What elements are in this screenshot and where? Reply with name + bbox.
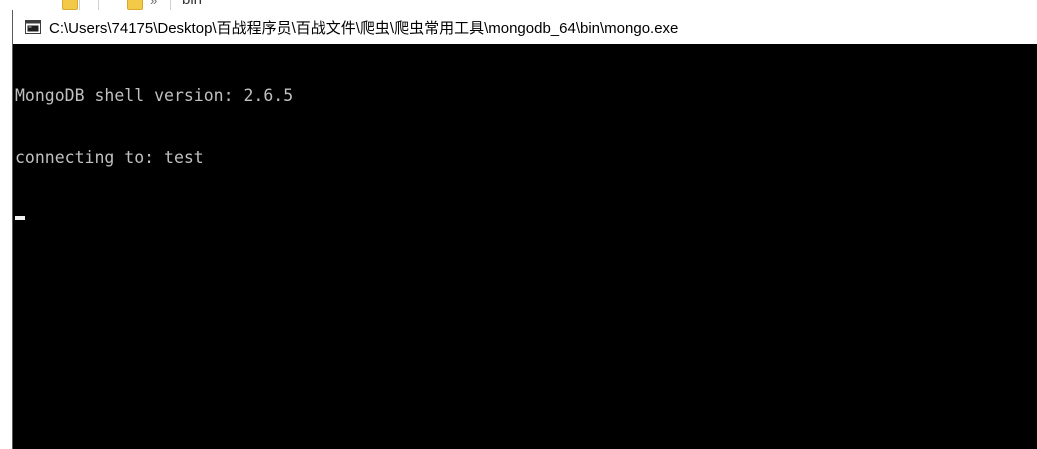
terminal-prompt-line[interactable]: [15, 209, 1025, 230]
breadcrumb-separator: »: [150, 0, 158, 8]
title-bar[interactable]: C:\Users\74175\Desktop\百战程序员\百战文件\爬虫\爬虫常…: [13, 10, 1037, 44]
window-title: C:\Users\74175\Desktop\百战程序员\百战文件\爬虫\爬虫常…: [49, 19, 679, 37]
terminal-output[interactable]: MongoDB shell version: 2.6.5 connecting …: [15, 45, 1025, 445]
console-app-icon[interactable]: [25, 20, 41, 34]
background-explorer-window: » bin: [0, 0, 1037, 10]
breadcrumb-current-folder[interactable]: bin: [182, 0, 202, 8]
console-window[interactable]: C:\Users\74175\Desktop\百战程序员\百战文件\爬虫\爬虫常…: [12, 10, 1037, 449]
folder-icon: [62, 0, 78, 10]
terminal-line: MongoDB shell version: 2.6.5: [15, 86, 294, 105]
terminal-line: connecting to: test: [15, 147, 204, 167]
folder-icon: [127, 0, 143, 10]
toolbar-separator: [170, 0, 171, 10]
toolbar-separator: [79, 0, 80, 10]
text-cursor: [15, 216, 25, 220]
toolbar-separator: [98, 0, 99, 10]
